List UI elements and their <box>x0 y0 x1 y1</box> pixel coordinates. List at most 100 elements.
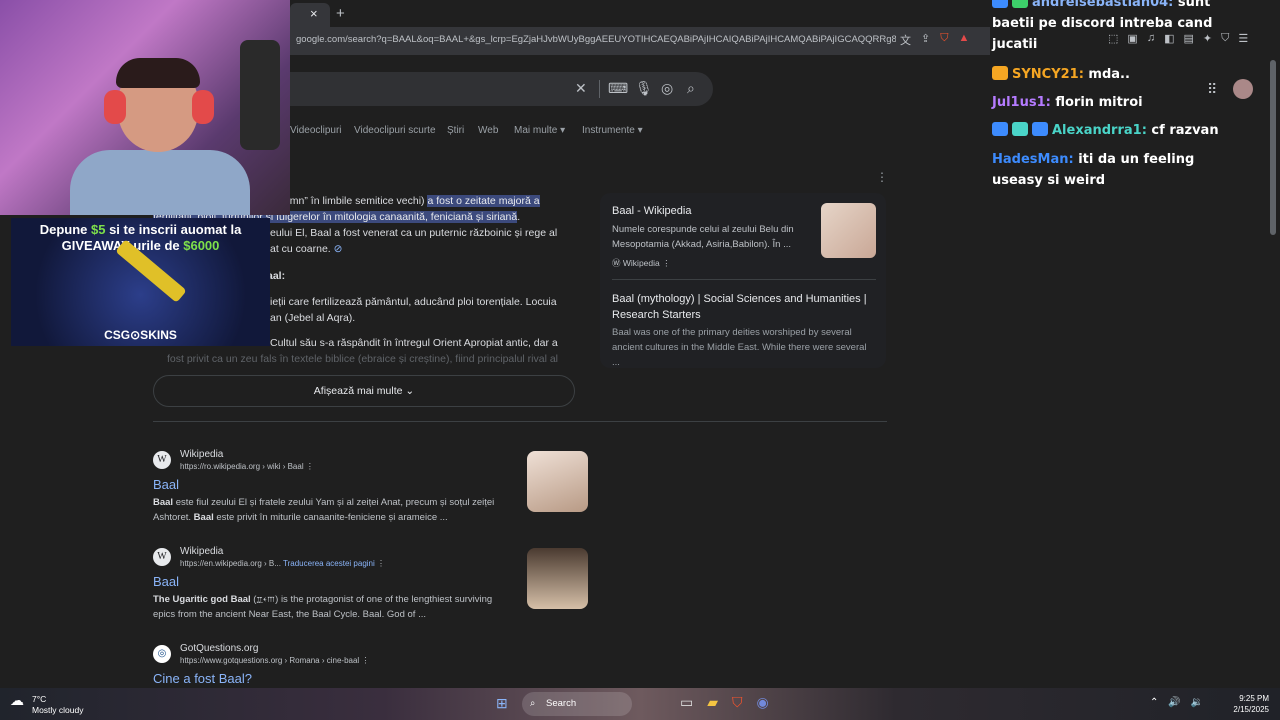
tab-close-button[interactable]: × <box>310 6 318 21</box>
more-options-icon[interactable]: ⋮ <box>306 462 314 471</box>
filter-short-videos[interactable]: Videoclipuri scurte <box>354 125 436 136</box>
result-title[interactable]: Cine a fost Baal? <box>153 671 252 686</box>
wikipedia-icon: W <box>153 548 171 566</box>
badge-icon <box>992 0 1008 8</box>
result-site[interactable]: Wikipedia <box>180 546 223 557</box>
taskbar-search[interactable]: ⌕ Search <box>522 692 632 716</box>
snippet-line: ieții care fertilizează pământul, aducân… <box>270 296 557 308</box>
result-url[interactable]: https://ro.wikipedia.org › wiki › Baal ⋮ <box>180 462 314 471</box>
snippet-line: au „domn” în limbile semitice vechi) a f… <box>260 195 540 207</box>
more-options-icon[interactable]: ⋮ <box>361 656 369 665</box>
filter-more[interactable]: Mai multe ▾ <box>514 125 565 136</box>
headset-icon <box>192 90 214 124</box>
result-url[interactable]: https://en.wikipedia.org › B... Traducer… <box>180 559 385 568</box>
chat-message: HadesMan: iti da un feeling useasy si we… <box>992 152 1195 188</box>
snippet-line: at cu coarne. ⊘ <box>270 243 343 255</box>
address-bar[interactable]: google.com/search?q=BAAL&oq=BAAL+&gs_lcr… <box>290 27 990 55</box>
filter-news[interactable]: Știri <box>447 125 464 136</box>
chat-message: Alexandrra1: cf razvan <box>992 120 1242 141</box>
more-options-icon[interactable]: ⋮ <box>377 559 385 568</box>
translate-icon[interactable]: 文 <box>900 32 911 48</box>
more-options-icon[interactable]: ⋮ <box>662 258 671 268</box>
crown-icon <box>992 66 1008 80</box>
divider <box>612 279 876 280</box>
microphone-icon[interactable]: 🎙 <box>635 80 653 97</box>
speaker-icon[interactable]: 🔉 <box>1191 697 1203 708</box>
url-text[interactable]: google.com/search?q=BAAL&oq=BAAL+&gs_lcr… <box>296 34 896 45</box>
result-title[interactable]: Baal <box>153 477 179 492</box>
source-card-desc: Baal was one of the primary deities wors… <box>612 327 867 368</box>
task-view-icon[interactable]: ▭ <box>680 694 693 711</box>
chat-message: SYNCY21: mda.. <box>992 64 1242 85</box>
webcam-overlay <box>0 0 290 215</box>
promo-line-1: Depune $5 si te inscrii auomat la <box>39 222 242 237</box>
result-description: The Ugaritic god Baal (𐎁𐎓𐎍) is the prota… <box>153 594 493 620</box>
lens-icon[interactable]: ◎ <box>661 80 673 97</box>
search-icon: ⌕ <box>530 698 536 709</box>
badge-icon <box>1012 122 1028 136</box>
search-result: W Wikipedia https://en.wikipedia.org › B… <box>153 546 593 623</box>
system-tray: ⌃ 🔊 🔉 <box>1150 697 1203 708</box>
chevron-up-icon[interactable]: ⌃ <box>1150 697 1158 708</box>
badge-icon <box>1032 122 1048 136</box>
taskbar-apps: ▭ ▰ ⛉ ◉ <box>680 694 769 711</box>
search-result: ◎ GotQuestions.org https://www.gotquesti… <box>153 643 593 687</box>
source-cards: Baal - Wikipedia Numele corespunde celui… <box>600 193 886 368</box>
streamer-hair <box>116 58 200 88</box>
snippet-line-faded: fost privit ca un zeu fals în textele bi… <box>167 353 559 365</box>
filter-tools[interactable]: Instrumente ▾ <box>582 125 643 136</box>
brave-shield-icon[interactable]: ⛉ <box>940 32 948 48</box>
show-more-button[interactable]: Afișează mai multe ⌄ <box>153 375 575 407</box>
chat-message: andreisebastian04: sunt baetii pe discor… <box>992 0 1242 55</box>
divider <box>599 80 600 98</box>
search-input[interactable]: ✕ ⌨ 🎙 ◎ ⌕ <box>265 72 713 106</box>
chat-message: Jul1us1: florin mitroi <box>992 95 1143 110</box>
weather-widget[interactable]: ☁ 7°C Mostly cloudy <box>10 692 84 715</box>
taskbar: ☁ 7°C Mostly cloudy ⊞ ⌕ Search ▭ ▰ ⛉ ◉ ⌃ … <box>0 688 1280 720</box>
tab-bar <box>290 0 990 27</box>
microphone-arm <box>240 40 280 150</box>
snippet-line: eului El, Baal a fost venerat ca un pute… <box>270 227 558 239</box>
windows-start-icon[interactable]: ⊞ <box>496 695 508 712</box>
brave-browser-icon[interactable]: ⛉ <box>732 694 743 711</box>
new-tab-button[interactable]: + <box>336 5 345 22</box>
result-site[interactable]: GotQuestions.org <box>180 643 258 654</box>
snippet-line: Cultul său s-a răspândit în întregul Ori… <box>270 337 558 349</box>
streamer-shirt <box>70 150 250 215</box>
keyboard-icon[interactable]: ⌨ <box>608 80 628 97</box>
link-icon[interactable]: ⊘ <box>334 243 343 255</box>
badge-icon <box>1012 0 1028 8</box>
search-icon[interactable]: ⌕ <box>687 80 695 97</box>
more-options-icon[interactable]: ⋮ <box>876 170 888 184</box>
source-card-title[interactable]: Baal - Wikipedia <box>612 205 691 217</box>
highlighted-text: a fost o zeitate majoră a <box>427 195 540 207</box>
baal-statue-thumbnail[interactable] <box>821 203 876 258</box>
csgoskins-logo: CSG⊙SKINS <box>104 328 177 342</box>
file-explorer-icon[interactable]: ▰ <box>707 694 718 711</box>
filter-web[interactable]: Web <box>478 125 498 136</box>
filter-videos[interactable]: Videoclipuri <box>290 125 342 136</box>
share-icon[interactable]: ⇪ <box>921 32 930 48</box>
gotquestions-icon: ◎ <box>153 645 171 663</box>
translate-page-link[interactable]: Traducerea acestei pagini <box>283 559 375 568</box>
discord-icon[interactable]: ◉ <box>757 694 769 711</box>
badge-icon <box>992 122 1008 136</box>
clock[interactable]: 9:25 PM 2/15/2025 <box>1225 693 1269 715</box>
section-divider <box>153 421 887 422</box>
result-thumbnail[interactable] <box>527 548 588 609</box>
screen: × + google.com/search?q=BAAL&oq=BAAL+&gs… <box>0 0 1280 720</box>
clear-icon[interactable]: ✕ <box>575 80 587 97</box>
address-bar-icons: 文 ⇪ ⛉ ▲ <box>900 32 969 48</box>
result-description: Baal este fiul zeului El și fratele zeul… <box>153 497 495 523</box>
result-thumbnail[interactable] <box>527 451 588 512</box>
wikipedia-icon: W <box>153 451 171 469</box>
source-card-source: Ⓦ Wikipedia ⋮ <box>612 258 671 268</box>
speaker-icon[interactable]: 🔊 <box>1168 697 1180 708</box>
result-title[interactable]: Baal <box>153 574 179 589</box>
wikipedia-icon: Ⓦ <box>612 258 621 268</box>
search-result: W Wikipedia https://ro.wikipedia.org › w… <box>153 449 593 526</box>
result-url[interactable]: https://www.gotquestions.org › Romana › … <box>180 656 369 665</box>
warning-icon[interactable]: ▲ <box>958 32 969 48</box>
source-card-title[interactable]: Baal (mythology) | Social Sciences and H… <box>612 291 872 323</box>
result-site[interactable]: Wikipedia <box>180 449 223 460</box>
